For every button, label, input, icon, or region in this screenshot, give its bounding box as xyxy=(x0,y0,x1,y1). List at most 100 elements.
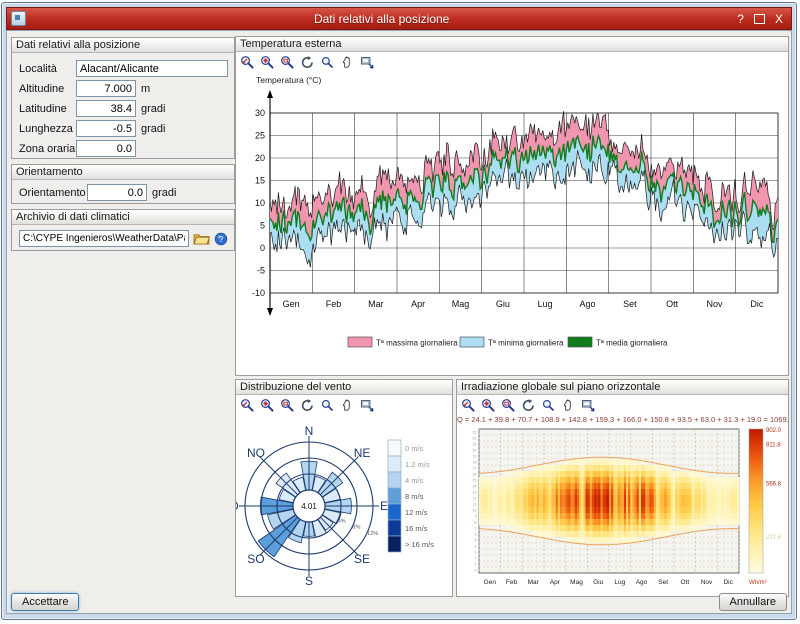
svg-text:2: 2 xyxy=(475,556,477,560)
pan-icon[interactable] xyxy=(339,55,356,71)
svg-text:NO: NO xyxy=(247,446,265,460)
svg-text:Feb: Feb xyxy=(506,579,518,586)
svg-text:19: 19 xyxy=(473,454,477,458)
svg-text:Mag: Mag xyxy=(452,299,470,309)
orientation-unit: gradi xyxy=(152,187,176,199)
zoom-window-icon[interactable] xyxy=(279,398,296,414)
latitude-label: Latitudine xyxy=(19,103,76,115)
zoom-previous-icon[interactable] xyxy=(239,398,256,414)
svg-text:8: 8 xyxy=(475,520,477,524)
svg-text:Dic: Dic xyxy=(750,299,763,309)
orientation-input[interactable] xyxy=(87,184,147,201)
svg-text:Temperatura (°C): Temperatura (°C) xyxy=(256,75,321,85)
temperature-panel: Temperatura esterna 302520151050-5-10Tem… xyxy=(235,36,789,376)
svg-text:Set: Set xyxy=(623,299,637,309)
svg-text:0: 0 xyxy=(260,243,265,253)
svg-text:8%: 8% xyxy=(352,525,360,531)
svg-text:811.8: 811.8 xyxy=(766,442,781,448)
svg-text:Wh/m²: Wh/m² xyxy=(749,580,767,586)
zoom-in-icon[interactable] xyxy=(540,398,557,414)
open-folder-icon[interactable] xyxy=(193,232,210,245)
svg-text:NE: NE xyxy=(354,446,371,460)
zoom-in-icon[interactable] xyxy=(319,398,336,414)
irradiation-toolbar xyxy=(457,395,788,414)
save-image-icon[interactable] xyxy=(359,398,376,414)
svg-text:Apr: Apr xyxy=(550,579,561,586)
altitude-label: Altitudine xyxy=(19,83,76,95)
zoom-in-icon[interactable] xyxy=(319,55,336,71)
svg-text:Set: Set xyxy=(658,579,668,586)
close-icon[interactable]: X xyxy=(775,13,783,25)
info-icon[interactable]: ? xyxy=(214,232,228,246)
svg-text:Mag: Mag xyxy=(570,579,583,586)
longitude-input[interactable] xyxy=(76,120,136,137)
svg-text:30: 30 xyxy=(255,108,265,118)
wind-panel-title: Distribuzione del vento xyxy=(236,380,452,395)
svg-text:Lug: Lug xyxy=(614,579,625,586)
redraw-icon[interactable] xyxy=(299,398,316,414)
svg-text:3: 3 xyxy=(475,550,477,554)
irradiation-chart: 01234567891011121314151617181920212223Ge… xyxy=(457,425,788,597)
svg-text:10: 10 xyxy=(473,508,477,512)
weather-file-panel: Archivio di dati climatici ? xyxy=(11,209,235,251)
wind-rose-chart: 4.014%8%12%NNEESESSOONO0 m/s1.2 m/s4 m/s… xyxy=(236,414,452,599)
locality-input[interactable] xyxy=(76,60,228,77)
zoom-all-icon[interactable] xyxy=(259,55,276,71)
wind-panel: Distribuzione del vento 4.014%8%12%NNEES… xyxy=(235,379,453,597)
svg-text:Ago: Ago xyxy=(636,579,648,586)
svg-text:23: 23 xyxy=(473,430,477,434)
svg-text:16: 16 xyxy=(473,472,477,476)
svg-text:8 m/s: 8 m/s xyxy=(405,492,424,501)
latitude-input[interactable] xyxy=(76,100,136,117)
zoom-previous-icon[interactable] xyxy=(239,55,256,71)
svg-text:Ott: Ott xyxy=(666,299,679,309)
orientation-panel: Orientamento Orientamento gradi xyxy=(11,164,235,204)
window-title: Dati relativi alla posizione xyxy=(26,12,737,26)
redraw-icon[interactable] xyxy=(520,398,537,414)
svg-text:Feb: Feb xyxy=(326,299,342,309)
svg-text:566.8: 566.8 xyxy=(766,482,782,488)
svg-text:12%: 12% xyxy=(367,531,378,537)
position-data-panel-title: Dati relativi alla posizione xyxy=(12,38,234,53)
svg-text:6: 6 xyxy=(475,532,477,536)
svg-text:17: 17 xyxy=(473,466,477,470)
svg-text:SO: SO xyxy=(247,552,264,566)
timezone-input[interactable] xyxy=(76,140,136,157)
save-image-icon[interactable] xyxy=(359,55,376,71)
redraw-icon[interactable] xyxy=(299,55,316,71)
svg-text:14: 14 xyxy=(473,484,477,488)
svg-text:18: 18 xyxy=(473,460,477,464)
zoom-all-icon[interactable] xyxy=(259,398,276,414)
accept-button[interactable]: Accettare xyxy=(11,593,79,611)
zoom-window-icon[interactable] xyxy=(279,55,296,71)
svg-text:9: 9 xyxy=(475,514,477,518)
weather-file-path-input[interactable] xyxy=(19,230,189,247)
svg-text:1.2 m/s: 1.2 m/s xyxy=(405,460,430,469)
svg-text:Tª media giornaliera: Tª media giornaliera xyxy=(596,339,668,348)
svg-text:E: E xyxy=(380,499,388,513)
svg-text:10: 10 xyxy=(255,198,265,208)
zoom-all-icon[interactable] xyxy=(480,398,497,414)
svg-text:Giu: Giu xyxy=(496,299,510,309)
zoom-window-icon[interactable] xyxy=(500,398,517,414)
svg-text:4.01: 4.01 xyxy=(301,502,317,511)
pan-icon[interactable] xyxy=(339,398,356,414)
svg-text:902.0: 902.0 xyxy=(766,428,782,434)
svg-text:Ago: Ago xyxy=(579,299,595,309)
svg-text:7: 7 xyxy=(475,526,477,530)
svg-text:Mar: Mar xyxy=(368,299,384,309)
app-icon xyxy=(11,11,26,26)
maximize-icon[interactable] xyxy=(754,14,765,24)
save-image-icon[interactable] xyxy=(580,398,597,414)
pan-icon[interactable] xyxy=(560,398,577,414)
cancel-button[interactable]: Annullare xyxy=(719,593,787,611)
zoom-previous-icon[interactable] xyxy=(460,398,477,414)
help-icon[interactable]: ? xyxy=(737,13,744,25)
svg-text:Tª massima giornaliera: Tª massima giornaliera xyxy=(376,339,458,348)
svg-text:Tª minima giornaliera: Tª minima giornaliera xyxy=(488,339,564,348)
irradiation-panel: Irradiazione globale sul piano orizzonta… xyxy=(456,379,789,597)
svg-text:N: N xyxy=(305,424,314,438)
svg-text:Apr: Apr xyxy=(411,299,425,309)
svg-text:Giu: Giu xyxy=(593,579,604,586)
altitude-input[interactable] xyxy=(76,80,136,97)
